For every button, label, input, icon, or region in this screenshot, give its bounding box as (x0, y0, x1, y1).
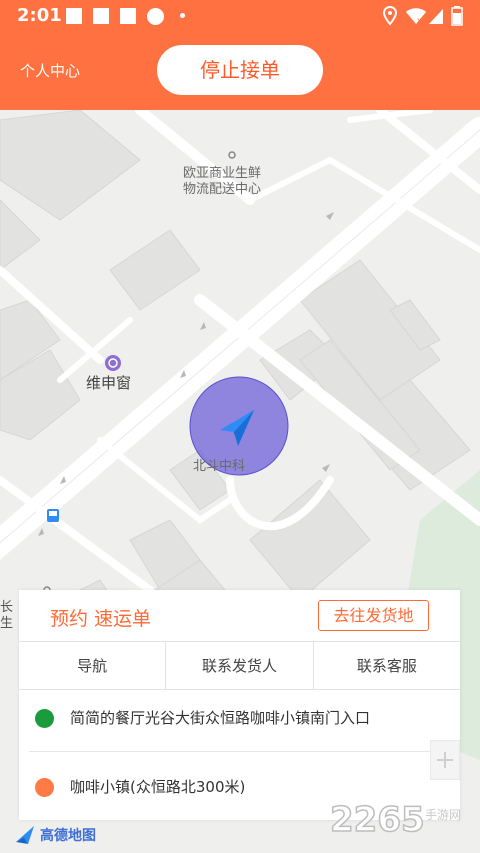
map-label-logistics-center: 欧亚商业生鲜 物流配送中心 (183, 166, 261, 198)
map-label-line: 欧亚商业生鲜 (183, 166, 262, 181)
tab-contact-support[interactable]: 联系客服 (314, 642, 460, 689)
map-provider-logo-text: 高德地图 (40, 828, 96, 844)
location-status-icon (383, 6, 397, 26)
svg-text:x: x (417, 16, 422, 25)
notification-icon (66, 8, 82, 24)
watermark: 2265 手游网 (329, 799, 480, 850)
app-header: 个人中心 停止接单 (0, 34, 480, 110)
zoom-in-icon[interactable] (430, 740, 460, 780)
watermark-number: 2265 (329, 799, 425, 841)
map-label-edge: 生 (0, 616, 14, 631)
go-to-pickup-button[interactable]: 去往发货地 (318, 600, 429, 631)
tab-contact-shipper[interactable]: 联系发货人 (166, 642, 314, 689)
profile-center-link[interactable]: 个人中心 (20, 60, 80, 81)
order-type-title: 预约 速运单 (50, 608, 152, 630)
dropoff-address: 咖啡小镇(众恒路北300米) (70, 778, 246, 796)
map-poi-weishenchuang[interactable]: 维申窗 (86, 372, 131, 393)
more-notifications-icon (180, 13, 185, 18)
order-card: 预约 速运单 去往发货地 导航 联系发货人 联系客服 简简的餐厅光谷大街众恒路咖… (19, 590, 460, 820)
status-time: 2:01 (17, 5, 62, 26)
notification-icon (120, 8, 136, 24)
pickup-address: 简简的餐厅光谷大街众恒路咖啡小镇南门入口 (70, 709, 371, 727)
notification-icon (147, 8, 164, 25)
map-poi-beidou[interactable]: 北斗中科 (193, 459, 245, 475)
status-bar: 2:01 x (0, 0, 480, 34)
map-label-edge: 长 (0, 600, 14, 615)
tab-navigation[interactable]: 导航 (19, 642, 167, 689)
dropoff-marker-icon (35, 778, 54, 797)
watermark-site-text: 手游网 (425, 808, 462, 822)
signal-icon (429, 9, 443, 24)
notification-icon (93, 8, 109, 24)
battery-icon (451, 6, 463, 26)
order-action-tabs: 导航 联系发货人 联系客服 (19, 641, 460, 690)
pickup-address-row[interactable]: 简简的餐厅光谷大街众恒路咖啡小镇南门入口 (19, 691, 460, 745)
map-label-line: 物流配送中心 (183, 182, 262, 197)
pickup-marker-icon (35, 709, 54, 728)
wifi-icon: x (406, 8, 426, 25)
stop-accepting-orders-button[interactable]: 停止接单 (157, 45, 323, 95)
amap-logo-icon (16, 826, 34, 844)
address-divider (29, 751, 450, 752)
